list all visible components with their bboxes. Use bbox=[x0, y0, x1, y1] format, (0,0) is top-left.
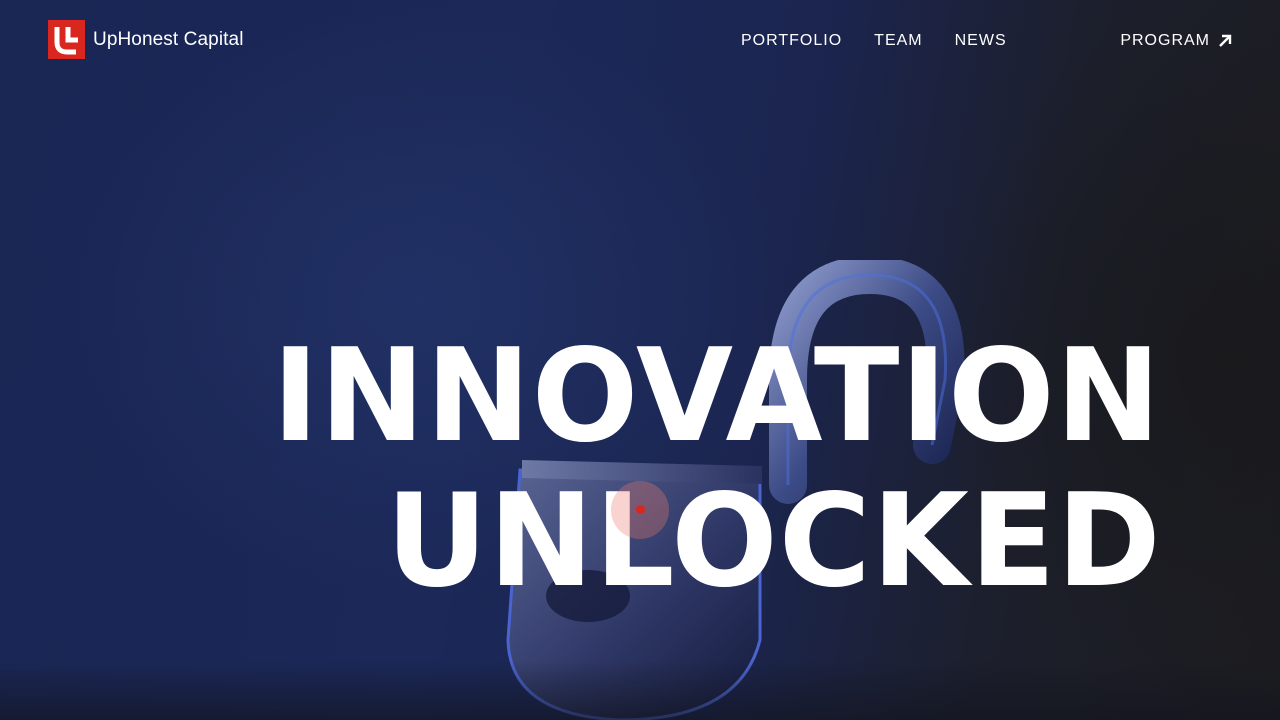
nav-item-portfolio[interactable]: PORTFOLIO bbox=[741, 32, 842, 50]
site-header: UpHonest Capital PORTFOLIO TEAM NEWS PRO… bbox=[0, 0, 1280, 80]
cursor-dot bbox=[636, 505, 645, 514]
nav-item-news[interactable]: NEWS bbox=[955, 32, 1007, 50]
program-label: PROGRAM bbox=[1120, 32, 1210, 49]
logo-mark-icon bbox=[48, 20, 85, 59]
brand-name: UpHonest Capital bbox=[93, 28, 244, 50]
nav-item-team[interactable]: TEAM bbox=[874, 32, 922, 50]
arrow-up-right-icon bbox=[1219, 34, 1232, 47]
main-nav: PORTFOLIO TEAM NEWS bbox=[741, 32, 1007, 50]
brand-logo[interactable]: UpHonest Capital bbox=[48, 20, 244, 59]
padlock-icon bbox=[506, 260, 965, 720]
hero-section: UpHonest Capital PORTFOLIO TEAM NEWS PRO… bbox=[0, 0, 1280, 720]
bottom-glow bbox=[0, 660, 1280, 720]
program-link[interactable]: PROGRAM bbox=[1120, 32, 1232, 50]
